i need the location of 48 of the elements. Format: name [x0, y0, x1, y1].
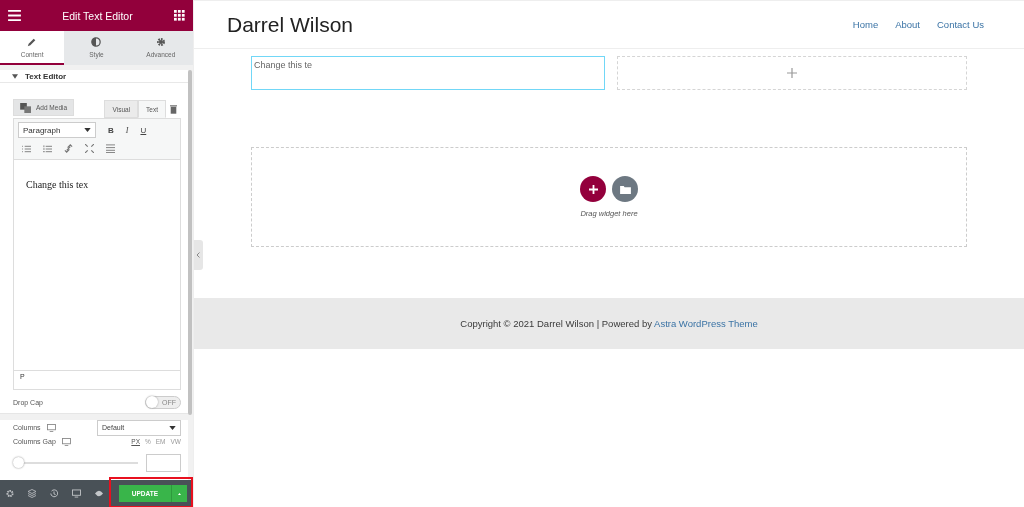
format-style-button[interactable]: I	[125, 125, 129, 135]
site-title: Darrel Wilson	[227, 12, 354, 37]
contrast-icon	[91, 36, 102, 47]
desktop-icon	[61, 437, 71, 446]
panel-title: Edit Text Editor	[62, 9, 133, 22]
trash-icon[interactable]	[170, 104, 177, 114]
link-icon[interactable]	[64, 144, 73, 154]
template-button[interactable]	[612, 176, 638, 202]
widget-text: Change this te	[254, 60, 313, 70]
format-style-button[interactable]: B	[108, 125, 114, 135]
layers-icon[interactable]	[28, 489, 37, 498]
text-widget[interactable]: Change this te	[251, 56, 605, 90]
section-title: Text Editor	[25, 71, 67, 81]
plus-icon	[588, 184, 598, 194]
caret-icon	[12, 73, 18, 79]
pencil-icon	[27, 36, 38, 47]
caret-icon	[84, 128, 91, 133]
nav-link[interactable]: About	[895, 19, 920, 30]
eye-icon[interactable]	[94, 490, 103, 497]
plus-icon[interactable]	[787, 68, 797, 78]
folder-icon	[619, 184, 631, 194]
menu-icon[interactable]	[8, 10, 21, 21]
grid-icon[interactable]	[174, 10, 185, 21]
collapse-handle[interactable]	[193, 240, 203, 270]
format-dropdown[interactable]: Paragraph	[18, 122, 96, 139]
numbered-list-icon[interactable]	[43, 144, 52, 153]
settings-icon[interactable]	[6, 489, 14, 498]
footer-text: Copyright © 2021 Darrel Wilson | Powered by Astra WordPress Theme	[460, 318, 758, 329]
caret-icon	[169, 425, 176, 430]
toolbar-toggle-icon[interactable]	[106, 144, 115, 154]
format-style-button[interactable]: U	[140, 125, 147, 135]
desktop-icon[interactable]	[72, 489, 81, 498]
gear-icon	[155, 36, 166, 47]
nav-link[interactable]: Home	[852, 19, 879, 30]
history-icon[interactable]	[50, 489, 59, 498]
bullet-list-icon[interactable]	[22, 144, 31, 153]
text-editor-area[interactable]: Change this tex	[13, 160, 181, 372]
nav-link[interactable]: Contact Us	[937, 19, 984, 30]
fullscreen-icon[interactable]	[85, 144, 94, 154]
scrollbar[interactable]	[188, 70, 192, 415]
add-section-button[interactable]	[580, 176, 606, 202]
gap-input[interactable]	[146, 454, 181, 472]
media-icon	[20, 102, 32, 113]
desktop-icon	[46, 423, 56, 432]
slider-thumb[interactable]	[13, 457, 24, 468]
footer-link[interactable]: Astra WordPress Theme	[654, 318, 758, 329]
editor-text: Change this tex	[26, 179, 89, 191]
chevron-left-icon	[196, 252, 200, 258]
